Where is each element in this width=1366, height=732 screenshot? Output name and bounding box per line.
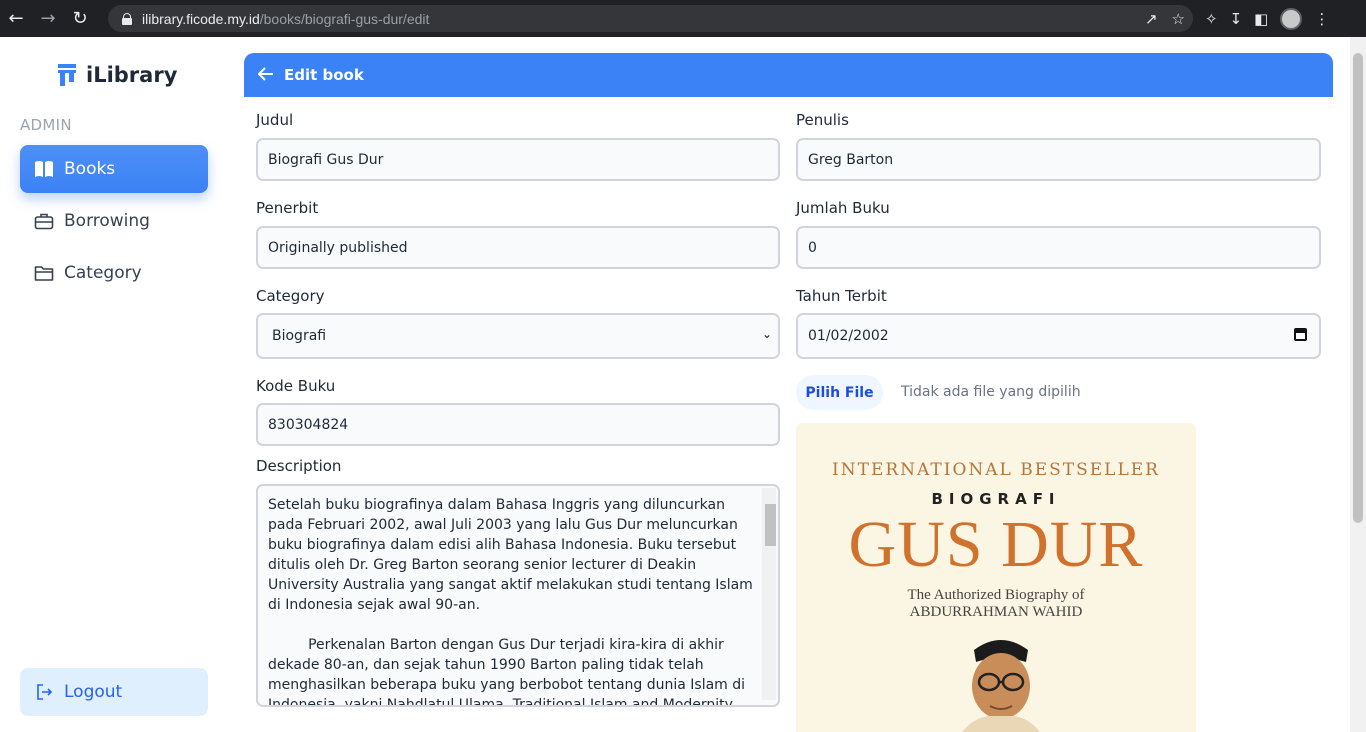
profile-avatar[interactable] <box>1280 7 1303 30</box>
reload-icon[interactable]: ↻ <box>64 0 96 37</box>
cover-title: GUS DUR <box>848 508 1144 581</box>
penulis-input[interactable]: Greg Barton <box>796 138 1321 181</box>
jumlah-buku-input[interactable]: 0 <box>796 226 1321 269</box>
cover-kicker: BIOGRAFI <box>931 490 1061 508</box>
share-icon[interactable]: ↗ <box>1145 10 1158 28</box>
page-header: Edit book <box>244 53 1333 97</box>
sidebar-item-label: Category <box>64 263 142 283</box>
sidebar-item-label: Borrowing <box>64 211 150 231</box>
description-textarea[interactable]: Setelah buku biografinya dalam Bahasa In… <box>256 484 780 707</box>
chevron-down-icon: ⌄ <box>761 327 772 341</box>
section-label-admin: ADMIN <box>20 116 72 134</box>
tahun-terbit-input[interactable]: 01/02/2002 <box>796 313 1321 359</box>
judul-label: Judul <box>256 111 294 129</box>
calendar-icon[interactable] <box>1294 328 1307 341</box>
penerbit-input[interactable]: Originally published <box>256 226 780 269</box>
sidebar-item-category[interactable]: Category <box>20 249 208 297</box>
library-logo-icon <box>58 64 76 86</box>
book-open-icon <box>34 159 54 179</box>
page-scrollbar[interactable] <box>1350 37 1366 732</box>
choose-file-button[interactable]: Pilih File <box>796 375 883 410</box>
edit-book-panel: Edit book Judul Biografi Gus Dur Penerbi… <box>244 53 1333 732</box>
brand-name: iLibrary <box>86 63 178 87</box>
kode-buku-label: Kode Buku <box>256 377 336 395</box>
sidepanel-icon[interactable]: ◧ <box>1254 10 1268 28</box>
kode-buku-input[interactable]: 830304824 <box>256 403 780 446</box>
download-icon[interactable]: ↧ <box>1230 10 1243 28</box>
lock-icon <box>122 12 132 25</box>
logout-button[interactable]: Logout <box>20 668 208 716</box>
cover-subtitle: The Authorized Biography of ABDURRAHMAN … <box>907 587 1085 620</box>
back-icon[interactable]: ← <box>0 0 32 37</box>
sidebar-item-books[interactable]: Books <box>20 145 208 193</box>
category-label: Category <box>256 287 325 305</box>
brand[interactable]: iLibrary <box>58 63 177 87</box>
description-label: Description <box>256 457 342 475</box>
cover-top-line: INTERNATIONAL BESTSELLER <box>832 460 1160 480</box>
briefcase-icon <box>34 211 54 231</box>
forward-icon[interactable]: → <box>32 0 64 37</box>
penulis-label: Penulis <box>796 111 849 129</box>
textarea-scrollbar[interactable] <box>762 488 776 700</box>
extensions-icon[interactable]: ✧ <box>1205 10 1218 28</box>
address-bar[interactable]: ilibrary.ficode.my.id/books/biografi-gus… <box>108 5 1193 32</box>
menu-kebab-icon[interactable]: ⋮ <box>1314 10 1329 28</box>
jumlah-buku-label: Jumlah Buku <box>796 199 890 217</box>
sidebar-item-borrowing[interactable]: Borrowing <box>20 197 208 245</box>
url-text: ilibrary.ficode.my.id/books/biografi-gus… <box>142 10 430 27</box>
cover-portrait <box>962 640 1040 732</box>
page-title: Edit book <box>284 66 364 84</box>
book-cover-image: INTERNATIONAL BESTSELLER BIOGRAFI GUS DU… <box>796 423 1196 732</box>
back-arrow-icon[interactable] <box>257 66 274 85</box>
sidebar-item-label: Books <box>64 159 116 179</box>
folder-icon <box>34 263 54 283</box>
star-icon[interactable]: ☆ <box>1172 10 1185 28</box>
browser-toolbar: ← → ↻ ilibrary.ficode.my.id/books/biogra… <box>0 0 1366 37</box>
logout-icon <box>34 682 54 702</box>
penerbit-label: Penerbit <box>256 199 319 217</box>
sidebar: iLibrary ADMIN Books Borrowing Category … <box>0 37 228 732</box>
category-select[interactable]: Biografi ⌄ <box>256 313 780 359</box>
logout-label: Logout <box>64 682 123 702</box>
tahun-terbit-label: Tahun Terbit <box>796 287 887 305</box>
file-status: Tidak ada file yang dipilih <box>901 384 1081 400</box>
description-text: Setelah buku biografinya dalam Bahasa In… <box>268 497 753 707</box>
judul-input[interactable]: Biografi Gus Dur <box>256 138 780 181</box>
